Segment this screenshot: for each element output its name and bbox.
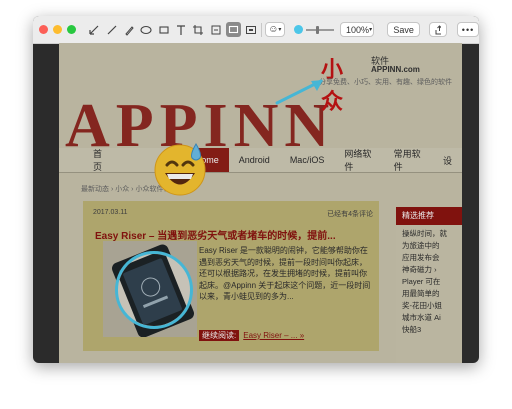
size-slider-thumb[interactable] xyxy=(315,25,319,34)
oval-icon xyxy=(140,25,152,34)
rectangle-tool-button[interactable] xyxy=(157,22,170,38)
zoom-select[interactable]: 100% ▾ xyxy=(340,22,375,37)
color-swatch[interactable] xyxy=(294,25,303,34)
adjust-icon xyxy=(211,25,221,34)
markup-toolbar: ☺ ▾ 100% ▾ Save ••• xyxy=(33,16,479,44)
share-icon xyxy=(435,24,442,34)
pen-tool-button[interactable] xyxy=(122,22,135,38)
share-button[interactable] xyxy=(429,22,448,37)
zoom-value: 100% xyxy=(346,24,370,35)
rectangle-icon xyxy=(159,25,169,34)
sketch-icon xyxy=(89,25,99,35)
toolbar-divider xyxy=(261,22,263,37)
border-style-button[interactable] xyxy=(245,22,258,38)
oval-tool-button[interactable] xyxy=(140,22,153,38)
text-icon xyxy=(177,24,186,35)
chevron-down-icon: ▾ xyxy=(369,27,373,33)
emoji-picker-button[interactable]: ☺ ▾ xyxy=(265,22,285,37)
zoom-window-button[interactable] xyxy=(67,25,76,34)
adjust-tool-button[interactable] xyxy=(209,22,222,38)
crop-icon xyxy=(193,24,204,35)
more-options-button[interactable]: ••• xyxy=(457,22,479,37)
crop-tool-button[interactable] xyxy=(192,22,205,38)
border-style-icon xyxy=(246,25,257,34)
pen-icon xyxy=(125,25,134,36)
minimize-window-button[interactable] xyxy=(53,25,62,34)
more-icon: ••• xyxy=(461,24,475,35)
shape-style-icon xyxy=(229,25,239,34)
save-button[interactable]: Save xyxy=(387,22,420,37)
line-icon xyxy=(107,25,116,34)
screenshot-canvas[interactable]: APPINN 小众 软件 APPINN.com 分享免费、小巧、实用、有趣、绿色… xyxy=(59,43,462,363)
window-controls xyxy=(39,25,76,34)
size-slider[interactable] xyxy=(305,25,335,34)
smiley-icon: ☺ xyxy=(268,24,279,35)
text-tool-button[interactable] xyxy=(174,22,187,38)
markup-window: ☺ ▾ 100% ▾ Save ••• APPINN 小众 软件 APPINN.co… xyxy=(33,16,479,363)
chevron-down-icon: ▾ xyxy=(278,27,282,33)
dim-overlay xyxy=(59,43,462,363)
close-window-button[interactable] xyxy=(39,25,48,34)
line-tool-button[interactable] xyxy=(105,22,118,38)
sketch-tool-button[interactable] xyxy=(87,22,100,38)
shape-style-button[interactable] xyxy=(226,22,241,37)
